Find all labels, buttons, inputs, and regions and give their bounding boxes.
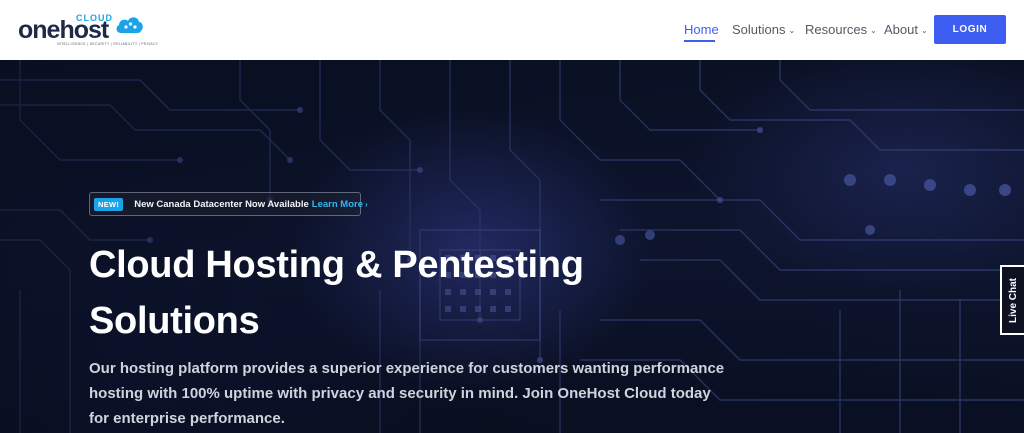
site-header: onehost CLOUD INTELLIGENCE | SECURITY | …: [0, 0, 1024, 60]
hero-description: Our hosting platform provides a superior…: [89, 360, 725, 427]
chevron-down-icon: ⌄: [920, 26, 928, 35]
login-button[interactable]: LOGIN: [934, 15, 1006, 44]
cloud-icon: [116, 17, 143, 33]
chevron-down-icon: ⌄: [788, 26, 796, 35]
live-chat-label: Live Chat: [1007, 277, 1019, 323]
nav-solutions-label: Solutions: [732, 22, 786, 37]
learn-more-label: Learn More: [311, 198, 363, 210]
chevron-down-icon: ⌄: [870, 26, 877, 35]
hero-title-line1: Cloud Hosting & Pentesting: [89, 244, 584, 286]
nav-about[interactable]: About ⌄: [884, 22, 928, 37]
brand-logo[interactable]: onehost CLOUD INTELLIGENCE | SECURITY | …: [18, 12, 158, 48]
brand-tagline: INTELLIGENCE | SECURITY | RELIABILITY | …: [57, 42, 159, 46]
live-chat-tab[interactable]: Live Chat: [1000, 265, 1024, 335]
learn-more-link[interactable]: Learn More ›: [312, 199, 368, 210]
new-badge: NEW!: [94, 197, 124, 211]
hero-title: Cloud Hosting & Pentesting Solutions: [89, 237, 649, 349]
announcement-text: New Canada Datacenter Now Available: [134, 198, 309, 210]
nav-about-label: About: [884, 22, 918, 37]
arrow-right-icon: ›: [365, 199, 368, 209]
nav-home[interactable]: Home: [684, 22, 719, 37]
hero-title-line2: Solutions: [89, 300, 260, 342]
nav-resources[interactable]: Resources ⌄: [805, 22, 877, 37]
nav-solutions[interactable]: Solutions ⌄: [732, 22, 795, 37]
hero-section: NEW! New Canada Datacenter Now Available…: [0, 60, 1024, 433]
nav-active-underline: [684, 40, 715, 42]
brand-super: CLOUD: [76, 13, 113, 23]
announcement-banner[interactable]: NEW! New Canada Datacenter Now Available…: [89, 192, 368, 216]
nav-resources-label: Resources: [805, 22, 868, 37]
